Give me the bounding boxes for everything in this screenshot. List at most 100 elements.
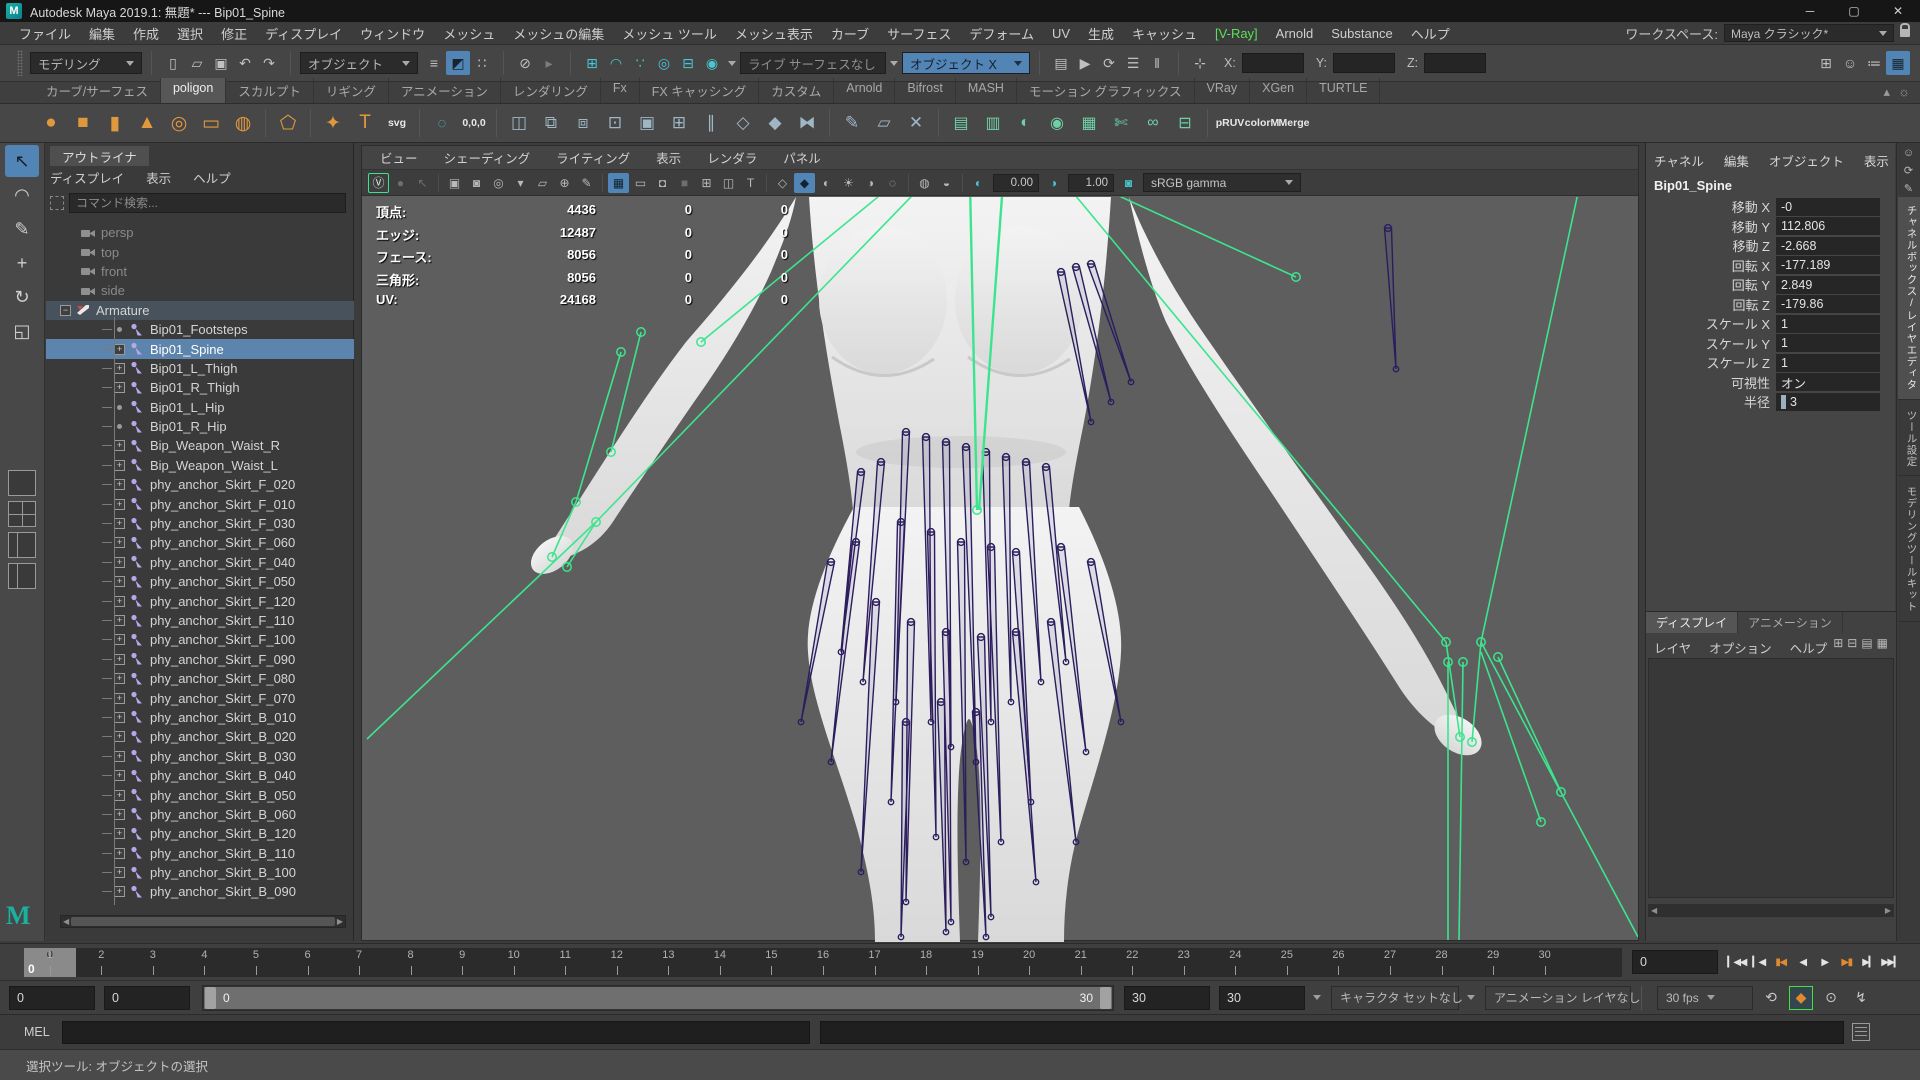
animation-start-field[interactable]: 0 xyxy=(9,986,95,1010)
shelf-collapse-icon[interactable]: ▴ xyxy=(1884,84,1891,100)
outliner-item-phy_anchor_Skirt_B_100[interactable]: +phy_anchor_Skirt_B_100 xyxy=(46,863,354,882)
sidebar-refresh-icon[interactable]: ⟳ xyxy=(1904,164,1913,177)
outliner-menu-ヘルプ[interactable]: ヘルプ xyxy=(193,168,231,187)
expander-minus-icon[interactable]: − xyxy=(60,305,71,316)
expander-plus-icon[interactable]: + xyxy=(114,479,125,490)
play-forward-button[interactable]: ▶ xyxy=(1814,949,1835,975)
gamma-mode-selector[interactable]: sRGB gamma xyxy=(1143,173,1301,192)
uv-spherical-icon[interactable]: ◐ xyxy=(1010,108,1040,138)
contrast-icon[interactable]: ◑ xyxy=(1043,173,1064,193)
render-current-frame-icon[interactable]: ▶ xyxy=(1073,51,1097,75)
undo-icon[interactable]: ↶ xyxy=(233,51,257,75)
new-empty-layer-icon[interactable]: ⊞ xyxy=(1833,636,1843,650)
current-frame-field[interactable]: 0 xyxy=(1632,950,1718,974)
go-to-start-button[interactable]: ▎◀◀ xyxy=(1726,949,1747,975)
channel-value-field[interactable]: -177.189 xyxy=(1776,256,1880,274)
outliner-item-phy_anchor_Skirt_F_110[interactable]: +phy_anchor_Skirt_F_110 xyxy=(46,611,354,630)
viewport-menu-ビュー[interactable]: ビュー xyxy=(380,148,418,167)
channel-value-field[interactable]: 1 xyxy=(1776,354,1880,372)
menu-uv[interactable]: UV xyxy=(1043,26,1079,41)
menu-substance[interactable]: Substance xyxy=(1322,26,1401,41)
channel-value-field[interactable]: 1 xyxy=(1776,334,1880,352)
snap-grid-icon[interactable]: ⊞ xyxy=(580,51,604,75)
outliner-item-Bip01_Footsteps[interactable]: Bip01_Footsteps xyxy=(46,320,354,339)
step-back-frame-button[interactable]: ▎◀ xyxy=(1748,949,1769,975)
mirror-icon[interactable]: ⧓ xyxy=(792,108,822,138)
open-scene-icon[interactable]: ▱ xyxy=(185,51,209,75)
expander-plus-icon[interactable]: + xyxy=(114,828,125,839)
wireframe-icon[interactable]: ◇ xyxy=(772,173,793,193)
timeline-frame-29[interactable]: 29 xyxy=(1467,948,1519,977)
expander-plus-icon[interactable]: + xyxy=(114,615,125,626)
shelf-tab-poligon[interactable]: poligon xyxy=(161,78,226,103)
layer-tab-アニメーション[interactable]: アニメーション xyxy=(1738,612,1843,633)
outliner-item-phy_anchor_Skirt_B_090[interactable]: +phy_anchor_Skirt_B_090 xyxy=(46,882,354,901)
close-button[interactable]: ✕ xyxy=(1876,0,1920,22)
outliner-item-phy_anchor_Skirt_B_010[interactable]: +phy_anchor_Skirt_B_010 xyxy=(46,708,354,727)
outliner-item-Bip01_R_Hip[interactable]: Bip01_R_Hip xyxy=(46,417,354,436)
menu-create[interactable]: 作成 xyxy=(124,24,168,43)
outliner-item-phy_anchor_Skirt_F_090[interactable]: +phy_anchor_Skirt_F_090 xyxy=(46,650,354,669)
timeline-frame-4[interactable]: 4 xyxy=(179,948,231,977)
timeline-frame-7[interactable]: 7 xyxy=(333,948,385,977)
menu-file[interactable]: ファイル xyxy=(10,24,80,43)
outliner-horizontal-scrollbar[interactable]: ◀ ▶ xyxy=(60,915,346,928)
expander-plus-icon[interactable]: + xyxy=(114,518,125,529)
character-icon[interactable]: ☺ xyxy=(1838,51,1862,75)
playback-start-field[interactable]: 0 xyxy=(104,986,190,1010)
expander-plus-icon[interactable]: + xyxy=(114,440,125,451)
combine-icon[interactable]: ⧉ xyxy=(536,108,566,138)
outliner-item-Bip_Weapon_Waist_R[interactable]: +Bip_Weapon_Waist_R xyxy=(46,436,354,455)
poly-cylinder-icon[interactable]: ▮ xyxy=(100,108,130,138)
outliner-item-phy_anchor_Skirt_B_030[interactable]: +phy_anchor_Skirt_B_030 xyxy=(46,747,354,766)
rotate-tool[interactable]: ↻ xyxy=(5,281,39,313)
range-start-handle[interactable] xyxy=(205,987,216,1009)
viewport-menu-表示[interactable]: 表示 xyxy=(656,148,681,167)
shadows-icon[interactable]: ◑ xyxy=(860,173,881,193)
outliner-item-phy_anchor_Skirt_F_120[interactable]: +phy_anchor_Skirt_F_120 xyxy=(46,591,354,610)
expander-plus-icon[interactable]: + xyxy=(114,693,125,704)
uv-cylindrical-icon[interactable]: ▥ xyxy=(978,108,1008,138)
timeline-frame-15[interactable]: 15 xyxy=(746,948,798,977)
bridge-icon[interactable]: ∥ xyxy=(696,108,726,138)
channel-value-field[interactable]: -2.668 xyxy=(1776,237,1880,255)
channel-value-field[interactable]: -179.86 xyxy=(1776,295,1880,313)
outliner-item-front[interactable]: front xyxy=(46,262,354,281)
render-view-icon[interactable]: ▤ xyxy=(1049,51,1073,75)
lock-selection-icon[interactable]: ⊘ xyxy=(513,51,537,75)
shelf-tab-Fx[interactable]: Fx xyxy=(601,78,640,103)
playback-speed-clock-icon[interactable]: ⊙ xyxy=(1819,986,1843,1010)
scroll-left-icon[interactable]: ◀ xyxy=(63,917,69,926)
menu-mesh[interactable]: メッシュ xyxy=(434,24,504,43)
separate-icon[interactable]: ⧈ xyxy=(568,108,598,138)
outliner-item-phy_anchor_Skirt_F_070[interactable]: +phy_anchor_Skirt_F_070 xyxy=(46,688,354,707)
axis-snap-icon[interactable]: ⊹ xyxy=(1188,51,1212,75)
panel-layout-icon[interactable]: ▦ xyxy=(1886,51,1910,75)
cycle-playback-icon[interactable]: ⟲ xyxy=(1759,986,1783,1010)
curve-snap-icon[interactable]: ◌ xyxy=(427,108,457,138)
mel-input-field[interactable] xyxy=(62,1021,810,1044)
timeline-frame-6[interactable]: 6 xyxy=(282,948,334,977)
step-forward-key-button[interactable]: ▶▮ xyxy=(1836,949,1857,975)
menu-edit-mesh[interactable]: メッシュの編集 xyxy=(504,24,613,43)
vertical-tab-モデリングツールキット[interactable]: モデリングツールキット xyxy=(1898,478,1920,622)
timeline-frame-11[interactable]: 11 xyxy=(539,948,591,977)
outliner-item-phy_anchor_Skirt_B_120[interactable]: +phy_anchor_Skirt_B_120 xyxy=(46,824,354,843)
gate-mask-icon[interactable]: ■ xyxy=(674,173,695,193)
timeline-ruler[interactable]: 0012345678910111213141516171819202122232… xyxy=(24,948,1622,977)
film-gate-icon[interactable]: ▭ xyxy=(630,173,651,193)
snap-projected-center-icon[interactable]: ◎ xyxy=(652,51,676,75)
menu-generate[interactable]: 生成 xyxy=(1079,24,1123,43)
star-poly-icon[interactable]: ✦ xyxy=(318,108,348,138)
shelf-tab-レンダリング[interactable]: レンダリング xyxy=(501,78,601,103)
menu-curves[interactable]: カーブ xyxy=(822,24,878,43)
expander-plus-icon[interactable]: + xyxy=(114,712,125,723)
ipr-render-icon[interactable]: ⟳ xyxy=(1097,51,1121,75)
outliner-item-Bip01_R_Thigh[interactable]: +Bip01_R_Thigh xyxy=(46,378,354,397)
expander-plus-icon[interactable]: + xyxy=(114,886,125,897)
channel-value-field[interactable]: 112.806 xyxy=(1776,217,1880,235)
timeline-frame-3[interactable]: 3 xyxy=(127,948,179,977)
expander-plus-icon[interactable]: + xyxy=(114,557,125,568)
layer-menu-オプション[interactable]: オプション xyxy=(1709,638,1772,657)
move-tool[interactable]: + xyxy=(5,247,39,279)
